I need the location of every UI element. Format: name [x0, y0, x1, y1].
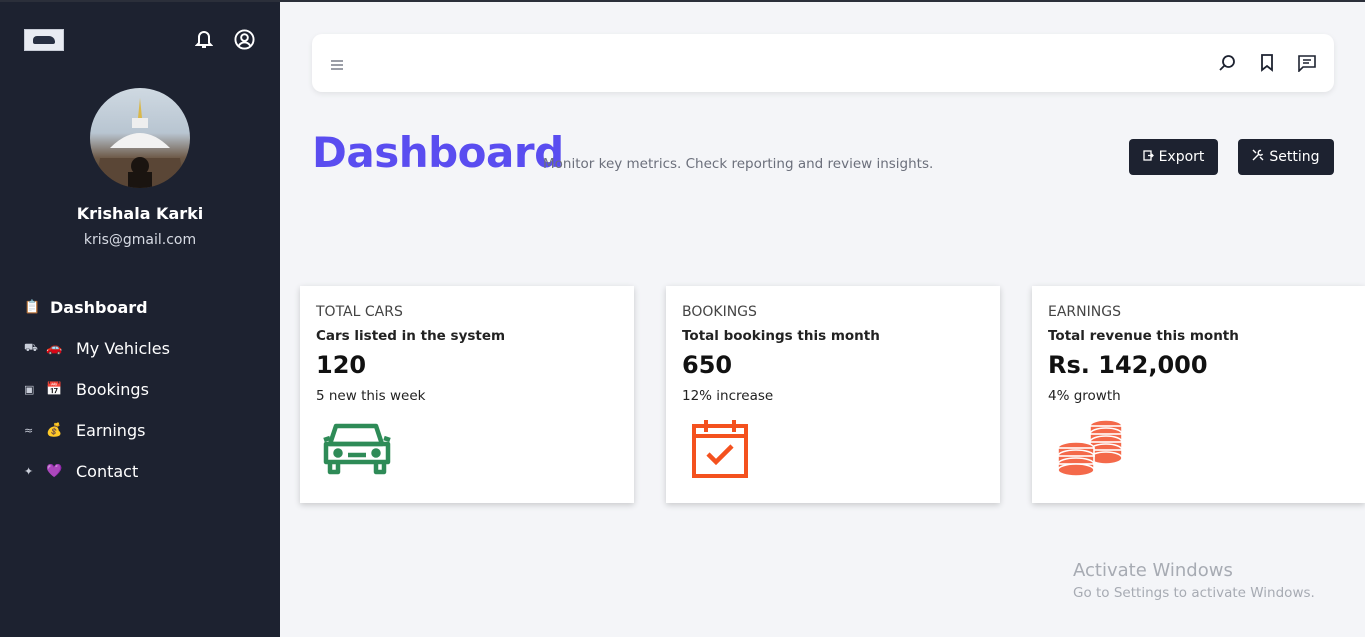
card-title: BOOKINGS — [682, 304, 757, 320]
card-note: 12% increase — [682, 388, 774, 404]
sidebar-item-label: Contact — [76, 462, 139, 481]
sidebar-item-bookings[interactable]: ▣ 📅 Bookings — [24, 369, 264, 410]
sidebar-item-my-vehicles[interactable]: ⛟ 🚗 My Vehicles — [24, 328, 264, 369]
total-cars-card: TOTAL CARS Cars listed in the system 120… — [300, 286, 634, 503]
money-bag-icon: 💰 — [46, 423, 63, 438]
user-email: kris@gmail.com — [83, 232, 197, 248]
setting-label: Setting — [1269, 149, 1320, 165]
watermark-title: Activate Windows — [1073, 560, 1233, 581]
chart-icon: ≈ — [24, 424, 34, 437]
people-icon: ✦ — [24, 465, 34, 478]
page-title: Dashboard — [312, 128, 564, 177]
topbar-actions — [1216, 52, 1318, 74]
card-subtitle: Total bookings this month — [682, 328, 880, 344]
tools-icon — [1252, 149, 1264, 165]
table-icon: ▣ — [24, 383, 35, 396]
bookmark-icon[interactable] — [1256, 52, 1278, 74]
card-subtitle: Cars listed in the system — [316, 328, 506, 344]
export-icon — [1142, 149, 1154, 165]
car-icon — [322, 418, 392, 480]
sidebar-item-label: My Vehicles — [76, 339, 170, 358]
avatar — [90, 88, 190, 188]
message-icon[interactable] — [1296, 52, 1318, 74]
calendar-emoji-icon: 📅 — [46, 382, 63, 397]
card-note: 5 new this week — [316, 388, 426, 404]
windows-activation-watermark: Activate Windows Go to Settings to activ… — [1073, 560, 1315, 601]
bookings-card: BOOKINGS Total bookings this month 650 1… — [666, 286, 1000, 503]
setting-button[interactable]: Setting — [1238, 139, 1334, 175]
export-button[interactable]: Export — [1129, 139, 1218, 175]
vehicle-icon: ⛟ — [24, 341, 38, 354]
card-value: Rs. 142,000 — [1048, 351, 1208, 379]
card-subtitle: Total revenue this month — [1048, 328, 1239, 344]
earnings-card: EARNINGS Total revenue this month Rs. 14… — [1032, 286, 1365, 503]
card-value: 120 — [316, 351, 367, 379]
page-subtitle: Monitor key metrics. Check reporting and… — [543, 156, 934, 172]
sidebar-item-label: Bookings — [76, 380, 149, 399]
clipboard-icon: 📋 — [24, 300, 41, 315]
sidebar-nav: 📋 Dashboard ⛟ 🚗 My Vehicles ▣ 📅 Bookings… — [24, 287, 264, 492]
export-label: Export — [1158, 149, 1205, 165]
app-logo[interactable] — [24, 29, 64, 51]
sidebar-item-contact[interactable]: ✦ 💜 Contact — [24, 451, 264, 492]
sidebar-top-icons — [193, 27, 255, 51]
topbar — [312, 34, 1334, 92]
menu-icon[interactable] — [330, 56, 344, 70]
car-emoji-icon: 🚗 — [46, 341, 63, 356]
sidebar-item-label: Dashboard — [50, 298, 148, 317]
search-icon[interactable] — [1216, 52, 1238, 74]
calendar-check-icon — [688, 418, 758, 480]
watermark-text: Go to Settings to activate Windows. — [1073, 585, 1315, 601]
sidebar-item-earnings[interactable]: ≈ 💰 Earnings — [24, 410, 264, 451]
heart-icon: 💜 — [46, 464, 63, 479]
sidebar: Krishala Karki kris@gmail.com 📋 Dashboar… — [0, 2, 280, 637]
user-name: Krishala Karki — [76, 204, 204, 223]
card-title: TOTAL CARS — [316, 304, 403, 320]
sidebar-item-label: Earnings — [76, 421, 146, 440]
coins-icon — [1054, 418, 1124, 480]
card-title: EARNINGS — [1048, 304, 1121, 320]
bell-icon[interactable] — [193, 27, 215, 51]
card-note: 4% growth — [1048, 388, 1121, 404]
sidebar-item-dashboard[interactable]: 📋 Dashboard — [24, 287, 264, 328]
card-value: 650 — [682, 351, 733, 379]
user-circle-icon[interactable] — [233, 27, 255, 51]
